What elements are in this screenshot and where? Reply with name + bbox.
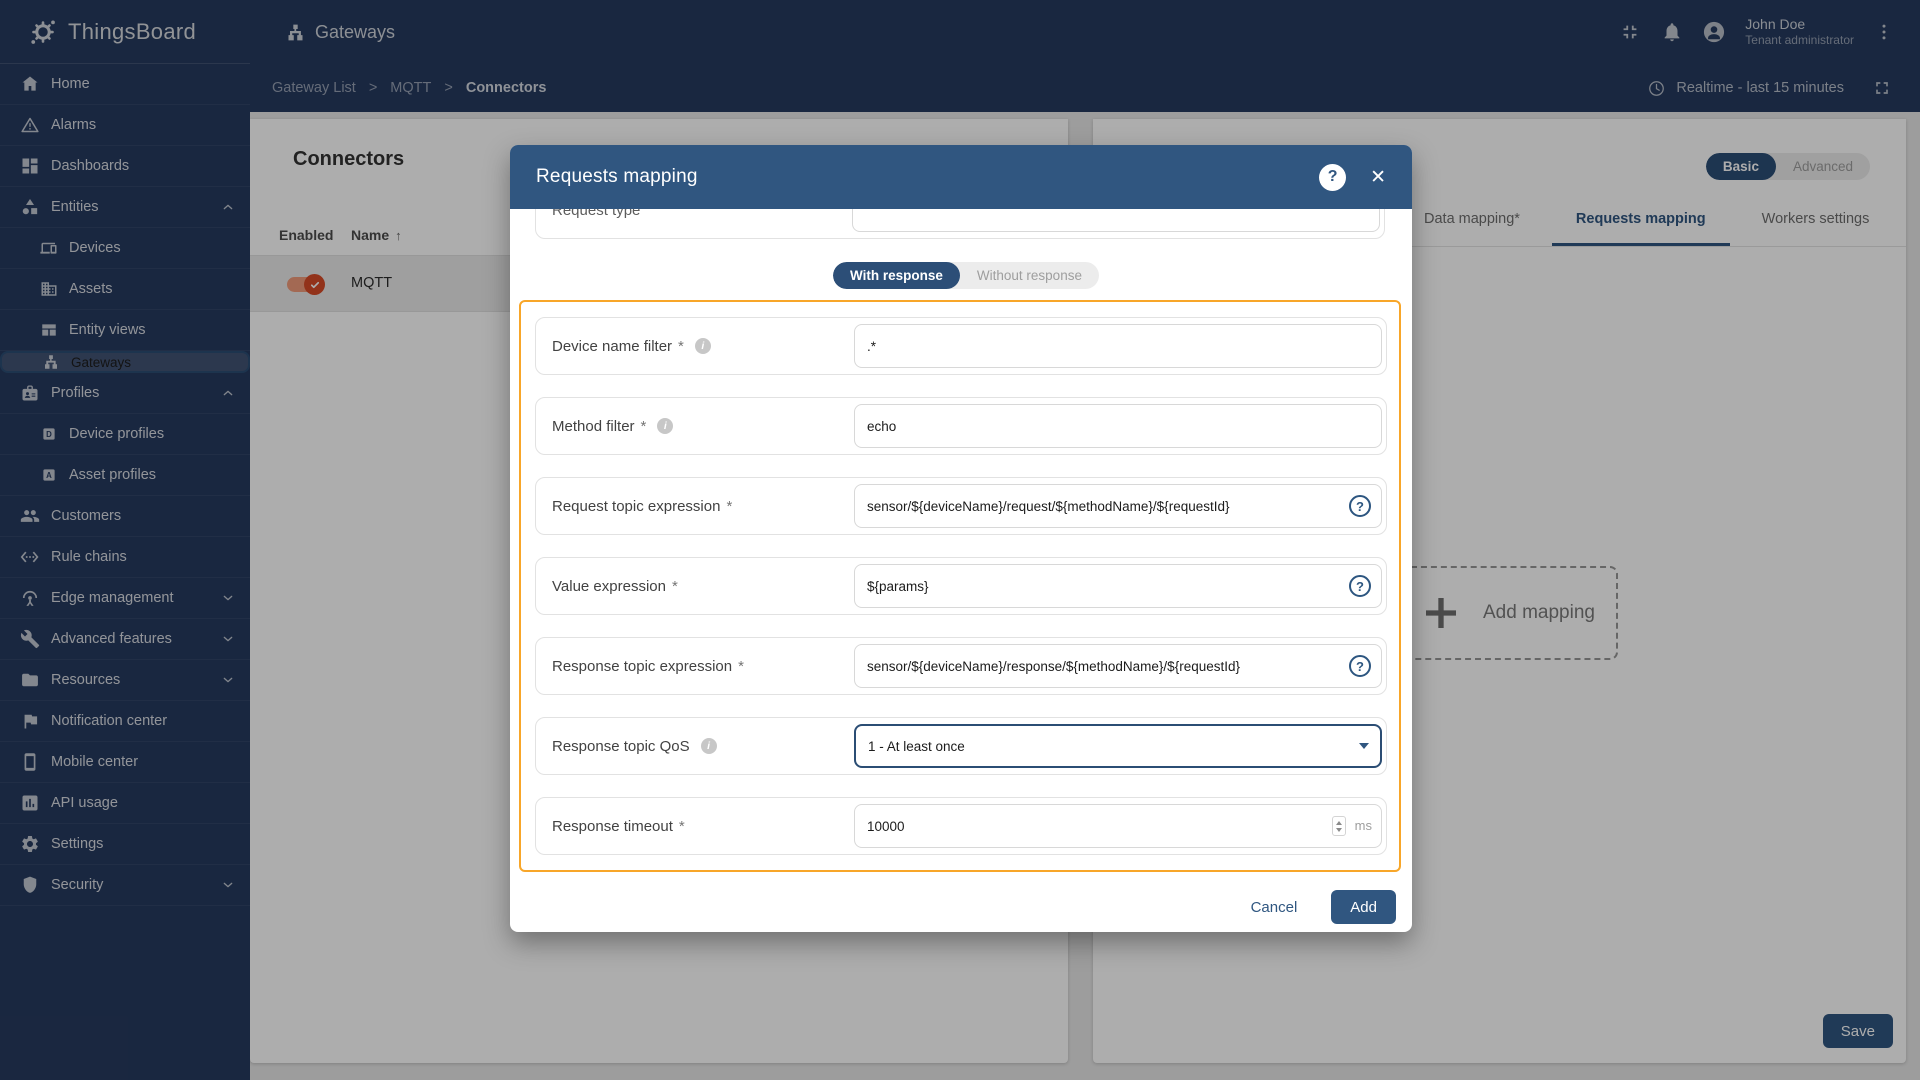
unit-suffix: ms xyxy=(1355,818,1372,833)
field-row-response-topic-expression: Response topic expression *? xyxy=(535,637,1387,695)
field-label: Response topic expression xyxy=(552,658,732,675)
field-help-icon[interactable]: ? xyxy=(1349,495,1371,517)
request-topic-expression-input[interactable] xyxy=(854,484,1382,528)
requests-mapping-dialog: Requests mapping ? ✕ Request type With r… xyxy=(510,145,1412,932)
field-label: Response topic QoS xyxy=(552,738,690,755)
required-marker: * xyxy=(738,658,744,675)
field-row-response-topic-qos: Response topic QoS i 1 - At least once xyxy=(535,717,1387,775)
dropdown-caret-icon xyxy=(1359,743,1369,749)
dialog-header: Requests mapping ? ✕ xyxy=(510,145,1412,209)
info-icon[interactable]: i xyxy=(695,338,711,354)
pill-without-response[interactable]: Without response xyxy=(960,262,1099,289)
help-icon[interactable]: ? xyxy=(1319,164,1346,191)
required-marker: * xyxy=(679,818,685,835)
request-type-input[interactable] xyxy=(852,209,1380,232)
field-row-device-name-filter: Device name filter * i xyxy=(535,317,1387,375)
field-label: Request topic expression xyxy=(552,498,720,515)
response-topic-expression-input[interactable] xyxy=(854,644,1382,688)
dialog-title: Requests mapping xyxy=(536,166,698,188)
field-label: Method filter xyxy=(552,418,635,435)
field-row-value-expression: Value expression *? xyxy=(535,557,1387,615)
field-label: Response timeout xyxy=(552,818,673,835)
response-topic-qos-select[interactable]: 1 - At least once xyxy=(854,724,1382,768)
field-label: Request type xyxy=(552,209,640,219)
pill-with-response[interactable]: With response xyxy=(833,262,960,289)
number-stepper[interactable] xyxy=(1332,816,1346,836)
add-button[interactable]: Add xyxy=(1331,890,1396,924)
cancel-button[interactable]: Cancel xyxy=(1245,898,1304,917)
method-filter-input[interactable] xyxy=(854,404,1382,448)
field-row-method-filter: Method filter * i xyxy=(535,397,1387,455)
field-row-request-type: Request type xyxy=(535,209,1385,239)
required-marker: * xyxy=(726,498,732,515)
field-row-response-timeout: Response timeout * ms xyxy=(535,797,1387,855)
info-icon[interactable]: i xyxy=(701,738,717,754)
required-marker: * xyxy=(672,578,678,595)
close-icon[interactable]: ✕ xyxy=(1370,168,1386,187)
required-marker: * xyxy=(678,338,684,355)
response-mode-toggle: With responseWithout response xyxy=(833,262,1099,289)
required-marker: * xyxy=(641,418,647,435)
field-row-request-topic-expression: Request topic expression *? xyxy=(535,477,1387,535)
dialog-footer: Cancel Add xyxy=(1245,890,1396,924)
thingsboard-app: ThingsBoard HomeAlarmsDashboardsEntities… xyxy=(0,0,1920,1080)
info-icon[interactable]: i xyxy=(657,418,673,434)
field-help-icon[interactable]: ? xyxy=(1349,655,1371,677)
dialog-body: Request type With responseWithout respon… xyxy=(510,209,1412,932)
new-mapping-highlight-box: Device name filter * i Method filter * i Reque… xyxy=(519,300,1401,872)
value-expression-input[interactable] xyxy=(854,564,1382,608)
field-help-icon[interactable]: ? xyxy=(1349,575,1371,597)
response-timeout-input[interactable] xyxy=(854,804,1382,848)
field-label: Value expression xyxy=(552,578,666,595)
field-label: Device name filter xyxy=(552,338,672,355)
device-name-filter-input[interactable] xyxy=(854,324,1382,368)
